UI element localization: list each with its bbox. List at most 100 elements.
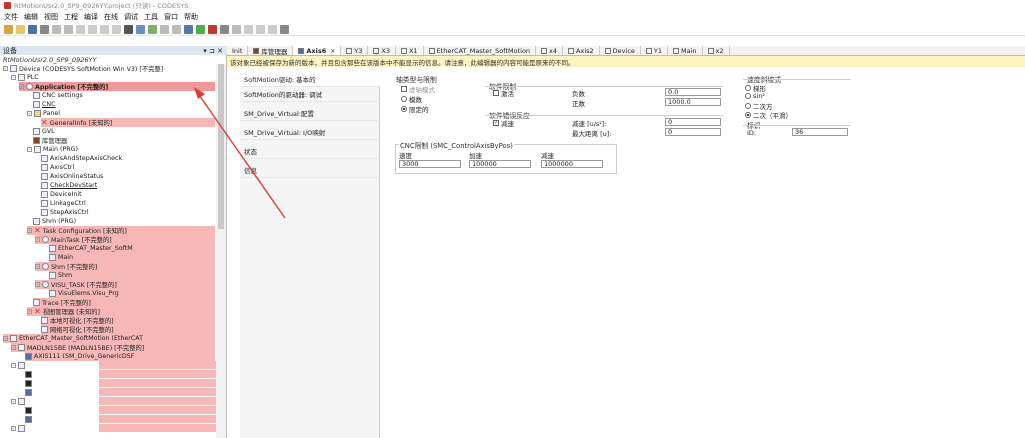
sw-limits-activate[interactable]: 激活 <box>493 88 514 98</box>
tab-main[interactable]: Main <box>668 46 703 55</box>
tree-node-stepaxisctrl[interactable]: StepAxisCtrl <box>41 208 89 217</box>
collapse-icon[interactable]: - <box>35 237 40 242</box>
stop-icon[interactable] <box>208 24 217 34</box>
step-over-icon[interactable] <box>244 24 253 34</box>
logout-icon[interactable] <box>172 24 181 34</box>
modulo-option[interactable]: 模数 <box>401 94 422 104</box>
tree-node-module[interactable] <box>25 370 32 379</box>
pin-icon[interactable]: ▾ ⊐ ✕ <box>203 47 223 55</box>
save-icon[interactable] <box>28 24 37 34</box>
collapse-icon[interactable]: - <box>11 75 16 80</box>
tab-x4[interactable]: x4 <box>536 46 564 55</box>
sw-limits-activate-checkbox[interactable] <box>493 90 499 96</box>
redo-icon[interactable] <box>64 24 73 34</box>
ramp-sin2-radio[interactable] <box>745 93 751 99</box>
tab-y3[interactable]: Y3 <box>341 46 369 55</box>
menu-debug[interactable]: 调试 <box>124 12 138 22</box>
build-icon[interactable] <box>148 24 157 34</box>
virtual-mode-option[interactable]: 虚轴模式 <box>401 84 435 94</box>
collapse-icon[interactable]: - <box>11 363 16 368</box>
tree-node-visu-manager[interactable]: - ✕ 视图管理器 [未知的] <box>27 307 215 316</box>
tree-scrollbar-thumb[interactable] <box>218 64 224 229</box>
login-icon[interactable] <box>160 24 169 34</box>
tree-node-main-prg[interactable]: - Main (PRG) <box>27 145 78 154</box>
breakpoint-icon[interactable] <box>232 24 241 34</box>
tree-node-application[interactable]: - Application [不完整的] <box>19 82 215 91</box>
open-folder-icon[interactable] <box>16 24 25 34</box>
tree-node-visu-task[interactable]: - VISU_TASK [不完整的] <box>35 280 215 289</box>
collapse-icon[interactable]: - <box>27 228 32 233</box>
collapse-icon[interactable]: - <box>27 111 32 116</box>
collapse-icon[interactable]: - <box>27 309 32 314</box>
reset-icon[interactable] <box>220 24 229 34</box>
tree-node-shm-prg[interactable]: Shm (PRG) <box>33 217 76 226</box>
debug-icon[interactable] <box>184 24 193 34</box>
tab-x3[interactable]: X3 <box>368 46 396 55</box>
tree-node-linkagectrl[interactable]: LinkageCtrl <box>41 199 86 208</box>
tab-device[interactable]: Device <box>600 46 641 55</box>
tab-ethercat-master[interactable]: EtherCAT_Master_SoftMotion <box>424 46 537 55</box>
menu-help[interactable]: 帮助 <box>184 12 198 22</box>
tab-init[interactable]: Init <box>227 46 249 55</box>
close-icon[interactable]: ✕ <box>330 48 335 55</box>
tree-node-generalinfo[interactable]: ✕ GeneralInfo [未知的] <box>41 118 215 127</box>
tree-node-drive-group[interactable]: - <box>11 361 25 370</box>
step-into-icon[interactable] <box>256 24 265 34</box>
max-distance-field[interactable]: 0 <box>665 128 721 136</box>
replace-icon[interactable] <box>136 24 145 34</box>
collapse-icon[interactable]: - <box>11 345 16 350</box>
ramp-quadratic-smooth-option[interactable]: 二次（平滑） <box>745 110 792 120</box>
delete-icon[interactable] <box>112 24 121 34</box>
nav-sm-drive-io-mapping[interactable]: SM_Drive_Virtual: I/O映射 <box>240 125 380 140</box>
tab-x1[interactable]: X1 <box>396 46 424 55</box>
tab-axis6[interactable]: Axis6 ✕ <box>293 46 342 55</box>
limited-radio[interactable] <box>401 106 407 112</box>
tab-axis2[interactable]: Axis2 <box>563 46 600 55</box>
menu-online[interactable]: 在线 <box>104 12 118 22</box>
cnc-decel-field[interactable]: 1000000 <box>541 160 603 168</box>
tree-node-axisandstepaxischeck[interactable]: AxisAndStepAxisCheck <box>41 154 122 163</box>
tree-node-plc[interactable]: - PLC <box>11 73 39 82</box>
tree-node-maintask[interactable]: - MainTask [不完整的] <box>35 235 215 244</box>
nav-softmotion-commissioning[interactable]: SoftMotion的驱动器: 调试 <box>240 87 380 102</box>
tree-node-axis[interactable] <box>25 388 32 397</box>
sw-error-decel-option[interactable]: ✓ 减速 <box>493 118 514 128</box>
tree-node-maintask-ethercat[interactable]: EtherCAT_Master_SoftM <box>49 244 215 253</box>
menu-tools[interactable]: 工具 <box>144 12 158 22</box>
tree-node-cnc[interactable]: CNC <box>33 100 56 109</box>
tree-node-axis111[interactable]: AXIS111 (SM_Drive_GenericDSF <box>25 352 215 361</box>
tree-node-gvl[interactable]: GVL <box>33 127 55 136</box>
decel-field[interactable]: 0 <box>665 118 721 126</box>
copy-icon[interactable] <box>88 24 97 34</box>
tab-y1[interactable]: Y1 <box>641 46 668 55</box>
tree-node-web-visu[interactable]: 网络可视化 [不完整的] <box>41 325 215 334</box>
tree-node-local-visu[interactable]: 本地可视化 [不完整的] <box>41 316 215 325</box>
find-icon[interactable] <box>124 24 133 34</box>
tab-x2[interactable]: x2 <box>703 46 730 55</box>
tree-node-module[interactable] <box>25 406 32 415</box>
tree-node-library-manager[interactable]: 库管理器 <box>33 136 67 145</box>
tree-node-axisonlinestatus[interactable]: AxisOnlineStatus <box>41 172 103 181</box>
virtual-mode-checkbox[interactable] <box>401 86 407 92</box>
tree-node-checkdevstart[interactable]: CheckDevStart <box>41 181 97 190</box>
collapse-icon[interactable]: - <box>35 264 40 269</box>
run-icon[interactable] <box>196 24 205 34</box>
step-out-icon[interactable] <box>268 24 277 34</box>
tree-node-drive-group[interactable]: - <box>11 397 25 406</box>
tree-node-axisctrl[interactable]: AxisCtrl <box>41 163 74 172</box>
limited-option[interactable]: 限定的 <box>401 104 429 114</box>
menu-view[interactable]: 视图 <box>44 12 58 22</box>
collapse-icon[interactable]: - <box>3 66 8 71</box>
sw-error-decel-checkbox[interactable]: ✓ <box>493 120 499 126</box>
ident-id-field[interactable]: 36 <box>792 128 848 136</box>
tree-node-panel[interactable]: - Panel <box>27 109 60 118</box>
tree-node-device[interactable]: - Device (CODESYS SoftMotion Win V3) [不完… <box>3 64 163 73</box>
sw-limit-pos-field[interactable]: 1000.0 <box>665 98 721 106</box>
tab-library-manager[interactable]: 库管理器 <box>248 46 294 55</box>
nav-info[interactable]: 信息 <box>240 163 380 178</box>
paste-icon[interactable] <box>100 24 109 34</box>
menu-window[interactable]: 窗口 <box>164 12 178 22</box>
menu-edit[interactable]: 编辑 <box>24 12 38 22</box>
tree-node-madln15be[interactable]: - MADLN15BE (MADLN15BE) [不完整的] <box>11 343 215 352</box>
cnc-velocity-field[interactable]: 3000 <box>399 160 461 168</box>
